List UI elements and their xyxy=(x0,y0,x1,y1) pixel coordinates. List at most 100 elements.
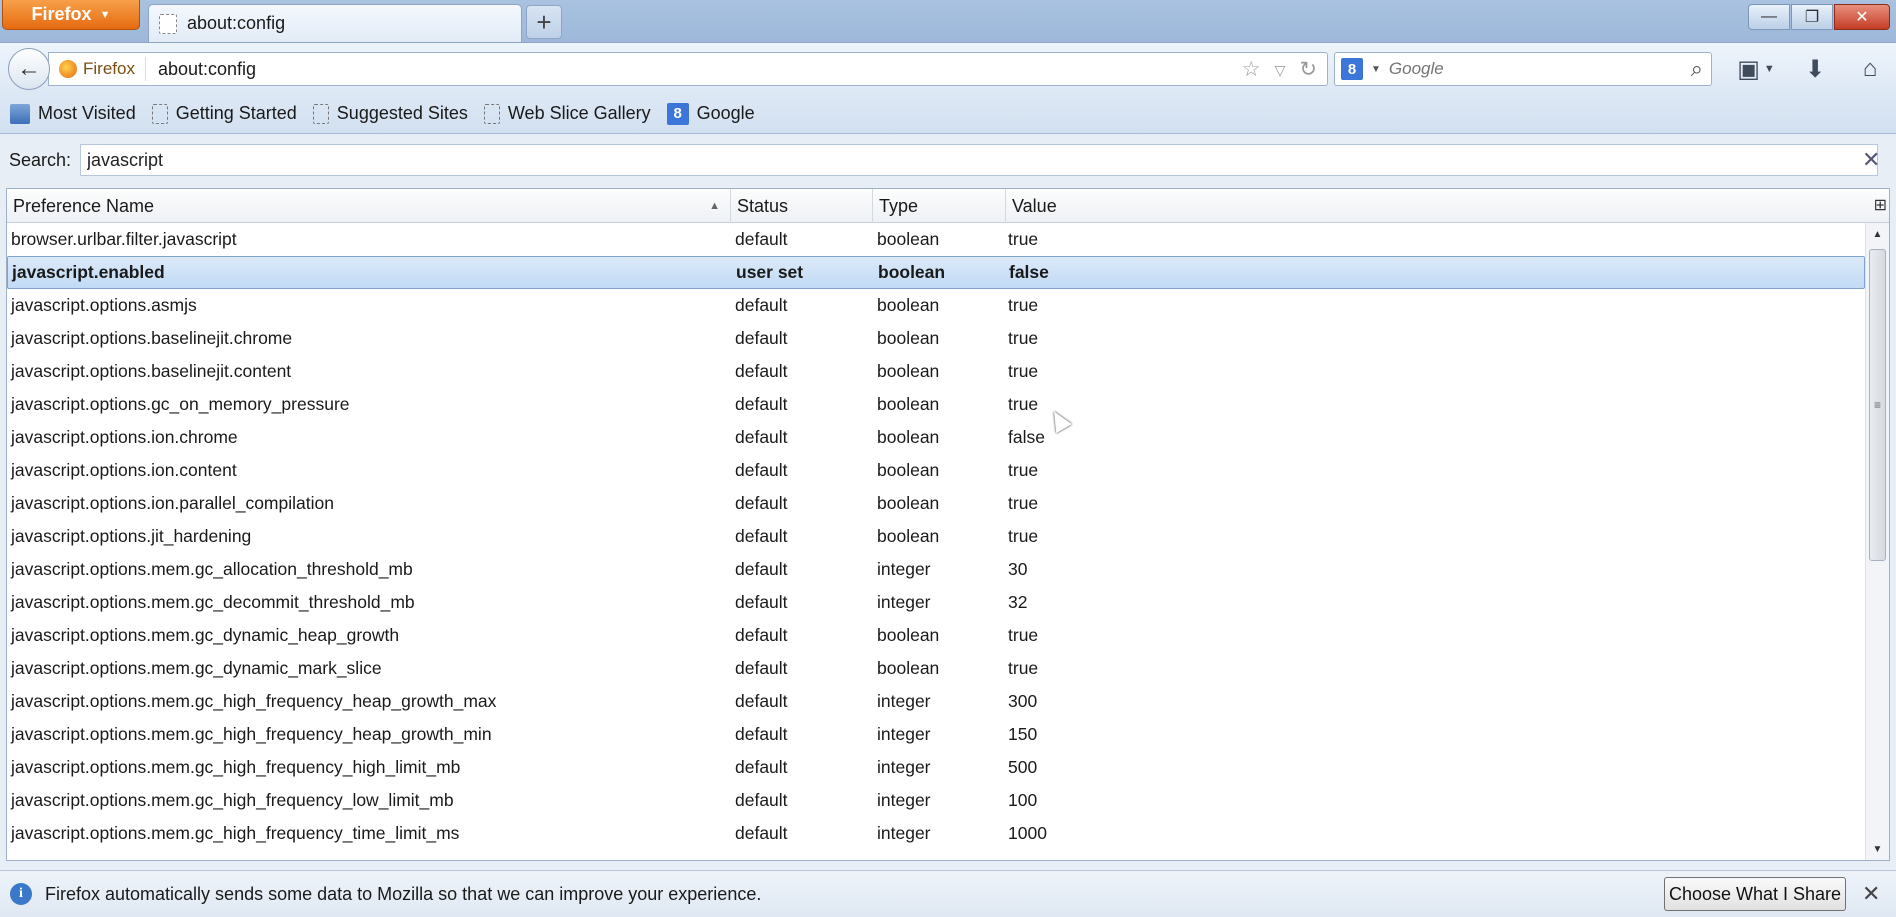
search-bar[interactable]: 8 ▼ ⌕ xyxy=(1334,52,1712,86)
clear-filter-icon[interactable]: ✕ xyxy=(1862,147,1880,173)
bookmarks-menu-icon: ▣ xyxy=(1737,55,1760,83)
scroll-up-icon[interactable]: ▲ xyxy=(1866,223,1889,245)
value-cell: true xyxy=(1008,526,1039,546)
site-identity-button[interactable]: Firefox xyxy=(59,57,146,81)
pref-name-cell: javascript.options.mem.gc_decommit_thres… xyxy=(11,592,415,612)
table-row[interactable]: javascript.options.mem.gc_high_frequency… xyxy=(7,817,1865,850)
scroll-down-icon[interactable]: ▼ xyxy=(1866,838,1889,860)
filter-label: Search: xyxy=(9,150,72,170)
firefox-menu-label: Firefox xyxy=(31,4,92,24)
history-dropdown-icon[interactable]: ▽ xyxy=(1275,57,1286,82)
status-cell: default xyxy=(735,328,788,348)
table-row[interactable]: javascript.options.mem.gc_high_frequency… xyxy=(7,751,1865,784)
search-engine-icon[interactable]: 8 xyxy=(1341,58,1363,80)
column-header-type[interactable]: Type xyxy=(873,189,1006,223)
minimize-button[interactable]: — xyxy=(1748,4,1790,30)
column-label: Status xyxy=(737,195,789,216)
type-cell: integer xyxy=(877,790,931,810)
table-row[interactable]: javascript.options.mem.gc_allocation_thr… xyxy=(7,553,1865,586)
search-icon[interactable]: ⌕ xyxy=(1691,56,1703,82)
value-cell: true xyxy=(1008,394,1039,414)
caret-down-icon: ▼ xyxy=(99,8,111,21)
choose-what-i-share-button[interactable]: Choose What I Share xyxy=(1664,877,1846,911)
bookmarks-menu-button[interactable]: ▣ ▼ xyxy=(1730,53,1782,85)
type-cell: integer xyxy=(877,559,931,579)
table-row[interactable]: javascript.options.mem.gc_high_frequency… xyxy=(7,685,1865,718)
search-engine-caret-icon[interactable]: ▼ xyxy=(1371,64,1381,75)
status-cell: default xyxy=(735,592,788,612)
table-row[interactable]: javascript.options.jit_hardening default b… xyxy=(7,520,1865,553)
column-header-value[interactable]: Value xyxy=(1006,189,1863,223)
pref-name-cell: browser.urlbar.filter.javascript xyxy=(11,229,237,249)
value-cell: 500 xyxy=(1008,757,1038,777)
restore-icon: ❐ xyxy=(1804,9,1820,26)
table-row[interactable]: javascript.options.mem.gc_high_frequency… xyxy=(7,784,1865,817)
table-row[interactable]: javascript.options.asmjs default boolean tr… xyxy=(7,289,1865,322)
column-header-status[interactable]: Status xyxy=(731,189,873,223)
pref-name-cell: javascript.options.mem.gc_high_frequency… xyxy=(11,724,492,744)
restore-button[interactable]: ❐ xyxy=(1791,4,1833,30)
bookmark-label: Suggested Sites xyxy=(336,103,468,123)
bookmark-web-slice-gallery[interactable]: Web Slice Gallery xyxy=(480,103,655,124)
table-row[interactable]: javascript.options.mem.gc_dynamic_mark_s… xyxy=(7,652,1865,685)
status-cell: default xyxy=(735,427,788,447)
plus-icon: + xyxy=(536,6,552,37)
bookmark-most-visited[interactable]: Most Visited xyxy=(6,103,140,124)
type-cell: boolean xyxy=(877,361,940,381)
config-page: Search: ✕ Preference Name ▲ Status Type … xyxy=(0,134,1896,878)
url-bar-icons: ☆ ▽ ↻ xyxy=(1242,57,1317,82)
table-row[interactable]: javascript.options.baselinejit.chrome def… xyxy=(7,322,1865,355)
close-window-button[interactable]: ✕ xyxy=(1834,4,1890,30)
table-row[interactable]: javascript.options.gc_on_memory_pressure… xyxy=(7,388,1865,421)
filter-row: Search: ✕ xyxy=(0,144,1896,176)
value-cell: true xyxy=(1008,361,1039,381)
column-picker-icon[interactable]: ⊞ xyxy=(1874,195,1887,215)
table-row[interactable]: javascript.options.mem.gc_dynamic_heap_g… xyxy=(7,619,1865,652)
most-visited-icon xyxy=(10,103,30,124)
type-cell: boolean xyxy=(878,262,946,282)
close-icon: ✕ xyxy=(1855,9,1869,26)
url-text[interactable]: about:config xyxy=(146,59,256,80)
column-label: Preference Name xyxy=(13,195,155,216)
table-row[interactable]: javascript.options.mem.gc_high_frequency… xyxy=(7,718,1865,751)
vertical-scrollbar[interactable]: ▲ ≡ ▼ xyxy=(1865,223,1889,860)
table-row[interactable]: javascript.options.ion.content default boo… xyxy=(7,454,1865,487)
bookmark-suggested-sites[interactable]: Suggested Sites xyxy=(309,103,472,124)
value-cell: true xyxy=(1008,493,1039,513)
firefox-menu-button[interactable]: Firefox ▼ xyxy=(2,0,140,30)
tab-about-config[interactable]: about:config xyxy=(148,4,522,42)
page-icon xyxy=(159,13,177,34)
title-bar: Firefox ▼ about:config + — ❐ ✕ xyxy=(0,0,1896,42)
type-cell: boolean xyxy=(877,394,940,414)
status-cell: default xyxy=(735,757,788,777)
table-row[interactable]: browser.urlbar.filter.javascript default b… xyxy=(7,223,1865,256)
table-row[interactable]: javascript.enabled user set boolean false xyxy=(7,256,1865,289)
downloads-button[interactable]: ⬇ xyxy=(1798,53,1832,85)
scroll-thumb[interactable]: ≡ xyxy=(1869,249,1886,561)
table-row[interactable]: javascript.options.ion.chrome default bool… xyxy=(7,421,1865,454)
table-row[interactable]: javascript.options.ion.parallel_compilat… xyxy=(7,487,1865,520)
download-icon: ⬇ xyxy=(1804,55,1826,83)
home-button[interactable]: ⌂ xyxy=(1852,53,1888,85)
filter-input[interactable] xyxy=(80,144,1878,176)
search-input[interactable] xyxy=(1388,59,1659,79)
column-header-name[interactable]: Preference Name ▲ xyxy=(7,189,731,223)
url-bar[interactable]: Firefox about:config ☆ ▽ ↻ xyxy=(48,52,1328,86)
close-notification-icon[interactable]: ✕ xyxy=(1862,881,1880,907)
bookmark-star-icon[interactable]: ☆ xyxy=(1242,57,1261,82)
bookmark-google[interactable]: 8 Google xyxy=(663,102,759,125)
pref-name-cell: javascript.options.ion.content xyxy=(11,460,237,480)
table-row[interactable]: javascript.options.mem.gc_decommit_thres… xyxy=(7,586,1865,619)
table-row[interactable]: javascript.options.baselinejit.content de… xyxy=(7,355,1865,388)
back-button[interactable]: ← xyxy=(8,48,50,90)
pref-name-cell: javascript.options.baselinejit.content xyxy=(11,361,292,381)
pref-name-cell: javascript.options.mem.gc_high_frequency… xyxy=(11,757,461,777)
bookmark-getting-started[interactable]: Getting Started xyxy=(148,103,301,124)
reload-icon[interactable]: ↻ xyxy=(1299,57,1317,82)
column-label: Type xyxy=(879,195,919,216)
identity-label: Firefox xyxy=(83,59,135,78)
column-label: Value xyxy=(1012,195,1057,216)
status-cell: default xyxy=(735,823,788,843)
tree-header: Preference Name ▲ Status Type Value ⊞ xyxy=(7,189,1889,223)
new-tab-button[interactable]: + xyxy=(526,5,562,39)
